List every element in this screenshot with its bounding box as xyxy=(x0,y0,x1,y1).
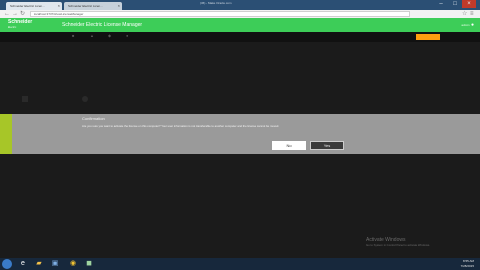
taskbar: e ▰ ▣ ◉ ◼ 8:55 AM 7/28/2015 xyxy=(0,258,480,270)
user-menu[interactable]: admin ● xyxy=(461,18,474,32)
no-button[interactable]: No xyxy=(272,141,306,150)
dialog-title: Confirmation xyxy=(82,116,105,121)
window-title: (36) - Make Oracle.com xyxy=(200,1,232,5)
explorer-icon[interactable]: ▣ xyxy=(50,260,60,268)
status-icon xyxy=(82,96,88,102)
tool-icon[interactable]: ◆ xyxy=(108,33,111,38)
menu-icon[interactable]: ≡ xyxy=(470,10,474,18)
home-icon[interactable]: ■ xyxy=(72,33,74,38)
play-icon xyxy=(22,96,28,102)
browser-tab-bar: Schneider Electric Licen... × Schneider … xyxy=(0,0,480,10)
maximize-icon[interactable]: □ xyxy=(448,0,462,8)
activate-windows-watermark: Activate Windows Go to System in Control… xyxy=(366,237,431,247)
close-window-icon[interactable]: × xyxy=(462,0,476,8)
dialog-accent-bar xyxy=(0,114,12,154)
tab-label: Schneider Electric Licen... xyxy=(68,4,103,8)
app-header: Schneider Electric Schneider Electric Li… xyxy=(0,18,480,32)
reload-icon[interactable]: ↻ xyxy=(20,10,25,18)
forward-icon[interactable]: → xyxy=(12,10,18,18)
tool-icon[interactable]: ▲ xyxy=(90,33,94,38)
user-icon: ● xyxy=(470,22,474,28)
system-clock[interactable]: 8:55 AM 7/28/2015 xyxy=(461,259,474,269)
url-input[interactable]: localhost:3737/showLicenseManager xyxy=(30,11,410,17)
user-label: admin xyxy=(461,23,470,27)
ie-icon[interactable]: e xyxy=(18,260,28,268)
back-icon[interactable]: ← xyxy=(4,10,10,18)
browser-tab[interactable]: Schneider Electric Licen... × xyxy=(64,2,122,10)
chrome-icon[interactable]: ◉ xyxy=(68,260,78,268)
schneider-logo: Schneider Electric xyxy=(8,19,33,29)
start-button[interactable] xyxy=(2,259,12,269)
minimize-icon[interactable]: – xyxy=(434,0,448,8)
tab-label: Schneider Electric Licen... xyxy=(10,4,45,8)
dialog-message: Are you sure you want to activate the li… xyxy=(82,124,280,128)
tool-icon[interactable]: ● xyxy=(126,33,128,38)
folder-icon[interactable]: ▰ xyxy=(34,260,44,268)
browser-tab[interactable]: Schneider Electric Licen... × xyxy=(6,2,62,10)
app-icon[interactable]: ◼ xyxy=(84,260,94,268)
highlight-indicator xyxy=(416,34,440,40)
app-toolbar: ■ ▲ ◆ ● xyxy=(0,32,480,42)
app-title: Schneider Electric License Manager xyxy=(62,22,143,28)
star-icon[interactable]: ☆ xyxy=(462,10,467,18)
clock-date: 7/28/2015 xyxy=(460,264,474,268)
yes-button[interactable]: Yes xyxy=(310,141,344,150)
confirmation-dialog: Confirmation Are you sure you want to ac… xyxy=(0,114,480,154)
close-tab-icon[interactable]: × xyxy=(58,2,60,10)
close-tab-icon[interactable]: × xyxy=(118,2,120,10)
